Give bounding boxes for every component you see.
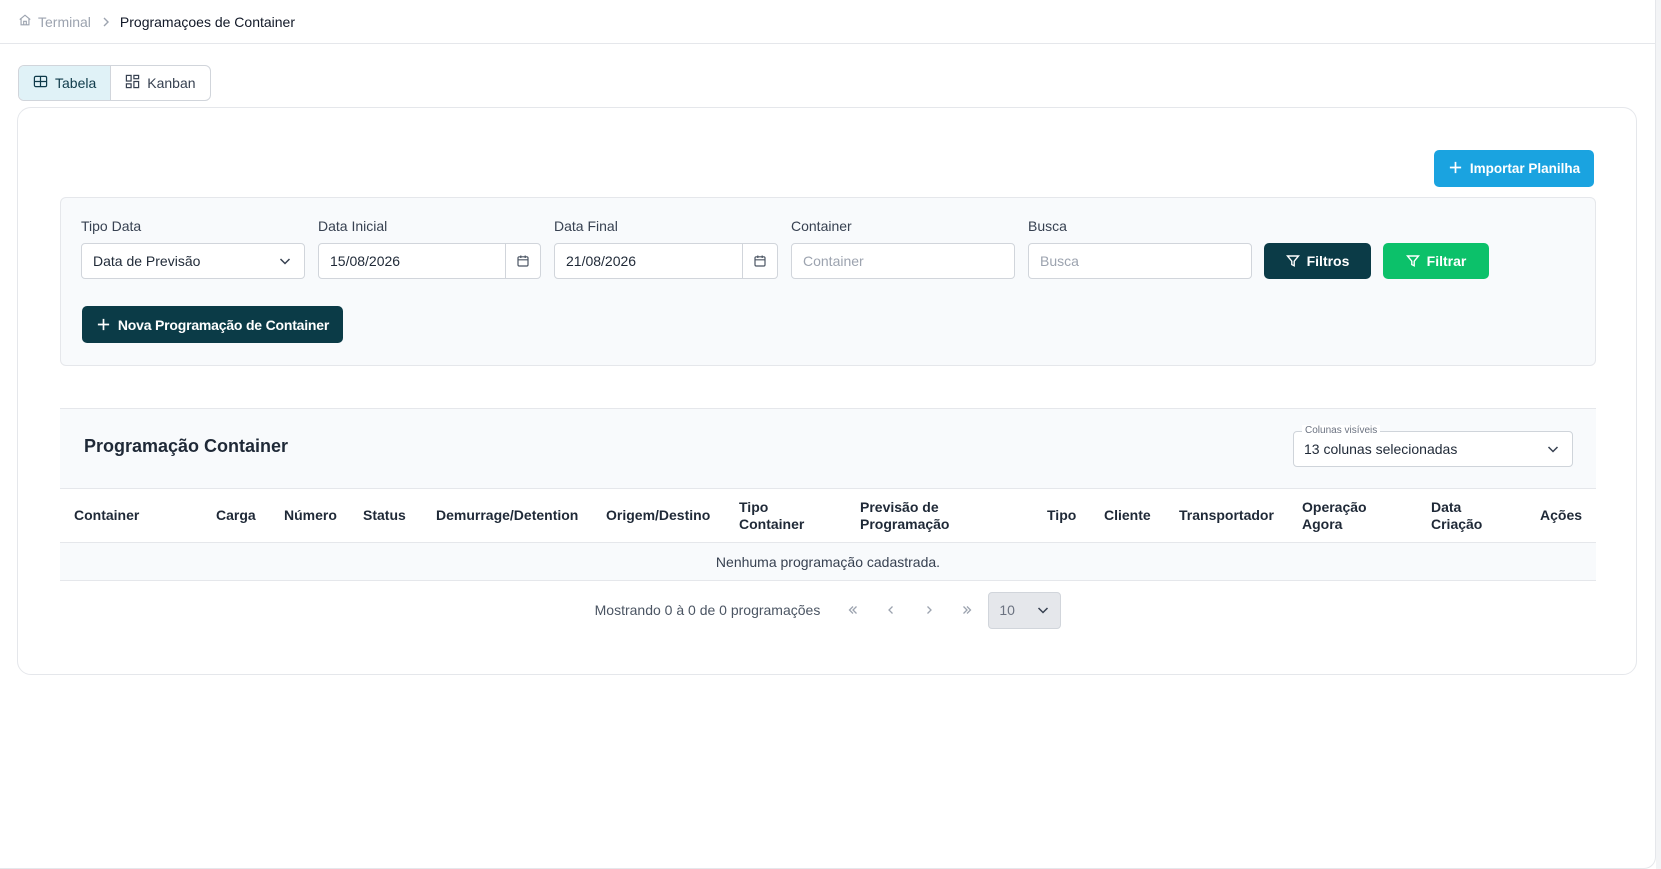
kanban-icon [125, 74, 140, 92]
chevron-down-icon [279, 258, 291, 265]
column-header[interactable]: Tipo Container [739, 489, 809, 542]
data-inicial-calendar-button[interactable] [505, 244, 540, 278]
column-header[interactable]: Operação Agora [1302, 489, 1377, 542]
filter-icon [1285, 255, 1300, 267]
chevrons-left-icon [848, 606, 858, 614]
column-header[interactable]: Transportador [1179, 489, 1289, 542]
chevron-right-icon [100, 16, 112, 28]
table-section: Programação Container Colunas visíveis 1… [60, 408, 1596, 629]
chevron-left-icon [888, 606, 894, 614]
column-header[interactable]: Tipo [1047, 489, 1087, 542]
tipo-data-value: Data de Previsão [93, 253, 201, 269]
tab-tabela[interactable]: Tabela [19, 66, 112, 100]
table-header-bar: Programação Container Colunas visíveis 1… [60, 408, 1596, 488]
page-frame: Terminal Programaçoes de Container Tabel… [0, 0, 1656, 869]
main-card: Importar Planilha Tipo Data Data de Prev… [17, 107, 1637, 675]
table-empty-row: Nenhuma programação cadastrada. [60, 543, 1596, 581]
busca-input[interactable]: Busca [1028, 243, 1252, 279]
column-header[interactable]: Cliente [1104, 489, 1164, 542]
visible-columns-select[interactable]: Colunas visíveis 13 colunas selecionadas [1293, 425, 1573, 467]
container-placeholder: Container [803, 253, 864, 269]
scrollbar-track[interactable] [1656, 0, 1661, 869]
column-header[interactable]: Demurrage/Detention [436, 489, 586, 542]
table-icon [33, 74, 48, 92]
data-final-value: 21/08/2026 [566, 253, 637, 269]
pagination-info: Mostrando 0 à 0 de 0 programações [594, 602, 821, 618]
column-header[interactable]: Ações [1540, 489, 1590, 542]
filters-button[interactable]: Filtros [1264, 243, 1371, 279]
home-icon [18, 13, 32, 30]
table-header-row: Container Carga Número Status Demurrage/… [60, 488, 1596, 543]
column-header[interactable]: Carga [216, 489, 271, 542]
tipo-data-select[interactable]: Data de Previsão [81, 243, 305, 279]
column-header[interactable]: Status [363, 489, 418, 542]
tab-tabela-label: Tabela [55, 75, 97, 91]
pagination: Mostrando 0 à 0 de 0 programações 10 [60, 591, 1596, 629]
view-toggle: Tabela Kanban [18, 65, 211, 101]
tab-kanban-label: Kanban [147, 75, 196, 91]
tipo-data-label: Tipo Data [81, 218, 142, 234]
container-field: Container Container [791, 218, 1015, 279]
import-spreadsheet-label: Importar Planilha [1469, 161, 1581, 176]
empty-message: Nenhuma programação cadastrada. [715, 553, 941, 570]
breadcrumb: Terminal Programaçoes de Container [0, 0, 1656, 44]
busca-label: Busca [1028, 218, 1067, 234]
visible-columns-legend: Colunas visíveis [1302, 425, 1381, 437]
page-size-select[interactable]: 10 [988, 591, 1062, 629]
data-inicial-field: Data Inicial 15/08/2026 [318, 218, 541, 279]
new-container-schedule-label: Nova Programação de Container [117, 316, 330, 333]
chevron-down-icon [1038, 607, 1049, 614]
breadcrumb-home-label: Terminal [38, 13, 91, 30]
column-header[interactable]: Container [74, 489, 194, 542]
data-final-label: Data Final [554, 218, 618, 234]
data-final-calendar-button[interactable] [742, 244, 777, 278]
apply-filter-button[interactable]: Filtrar [1383, 243, 1489, 279]
visible-columns-value: 13 colunas selecionadas [1304, 441, 1458, 457]
column-header[interactable]: Número [284, 489, 344, 542]
import-spreadsheet-button[interactable]: Importar Planilha [1434, 150, 1594, 187]
previous-page-button[interactable] [872, 591, 910, 629]
tipo-data-field: Tipo Data Data de Previsão [81, 218, 305, 279]
breadcrumb-home-link[interactable]: Terminal [18, 13, 91, 30]
chevrons-right-icon [963, 606, 972, 614]
data-final-field: Data Final 21/08/2026 [554, 218, 778, 279]
data-inicial-label: Data Inicial [318, 218, 388, 234]
container-input[interactable]: Container [791, 243, 1015, 279]
table-title: Programação Container [84, 436, 289, 456]
data-inicial-value: 15/08/2026 [330, 253, 401, 269]
filter-icon [1405, 255, 1420, 267]
column-header[interactable]: Previsão de Programação [860, 489, 960, 542]
calendar-icon [517, 255, 529, 267]
tab-kanban[interactable]: Kanban [111, 66, 209, 100]
apply-filter-label: Filtrar [1426, 253, 1467, 269]
column-header[interactable]: Origem/Destino [606, 489, 716, 542]
busca-field: Busca Busca [1028, 218, 1252, 279]
filters-button-label: Filtros [1306, 253, 1350, 269]
data-final-input[interactable]: 21/08/2026 [554, 243, 778, 279]
new-container-schedule-button[interactable]: Nova Programação de Container [82, 306, 343, 343]
last-page-button[interactable] [948, 591, 986, 629]
chevron-right-icon [927, 606, 933, 614]
breadcrumb-current: Programaçoes de Container [119, 13, 296, 30]
plus-icon [1448, 160, 1463, 178]
chevron-down-icon [1547, 446, 1559, 453]
container-label: Container [791, 218, 852, 234]
busca-placeholder: Busca [1040, 253, 1079, 269]
calendar-icon [754, 255, 766, 267]
next-page-button[interactable] [910, 591, 948, 629]
column-header[interactable]: Data Criação [1431, 489, 1491, 542]
first-page-button[interactable] [834, 591, 872, 629]
page-size-value: 10 [999, 602, 1015, 618]
plus-icon [97, 318, 109, 331]
filter-panel: Tipo Data Data de Previsão Data Inicial … [60, 197, 1596, 366]
data-inicial-input[interactable]: 15/08/2026 [318, 243, 541, 279]
